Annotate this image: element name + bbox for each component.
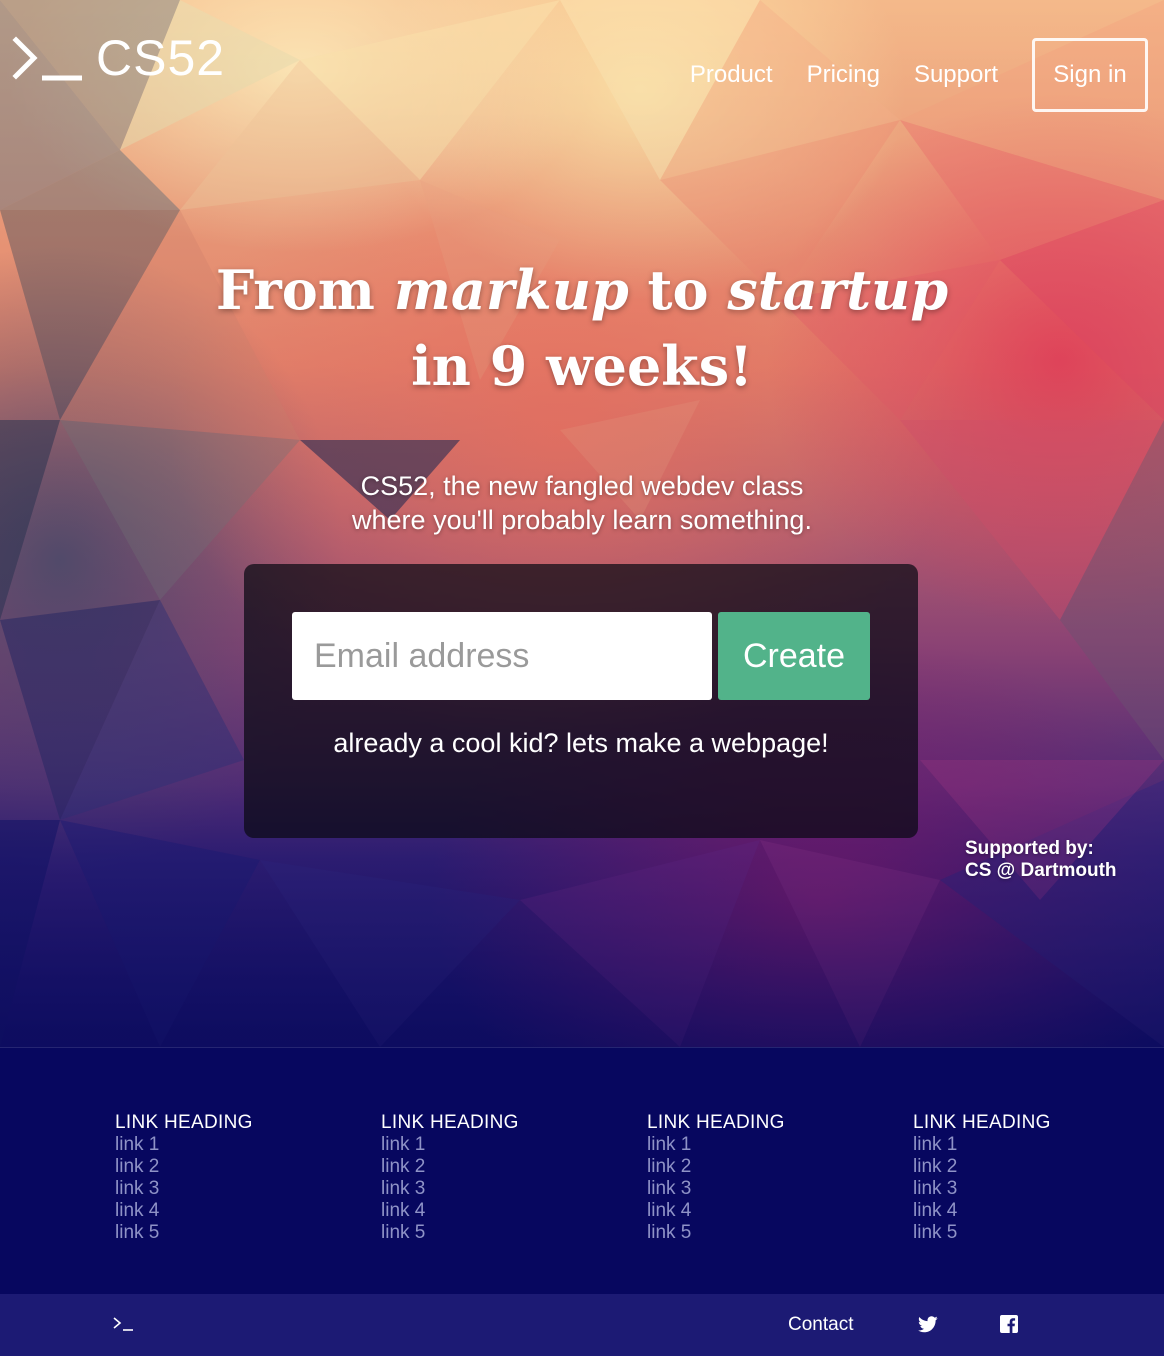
supported-org: CS @ Dartmouth	[965, 860, 1117, 881]
tagline-line1: CS52, the new fangled webdev class	[360, 471, 804, 501]
footer-link[interactable]: link 4	[115, 1200, 335, 1222]
facebook-icon[interactable]	[1000, 1315, 1018, 1333]
footer-links: LINK HEADING link 1 link 2 link 3 link 4…	[0, 1047, 1164, 1294]
footer-link[interactable]: link 1	[647, 1134, 867, 1156]
sign-in-button[interactable]: Sign in	[1032, 38, 1148, 112]
email-input[interactable]	[292, 612, 712, 700]
footer-link[interactable]: link 5	[913, 1222, 1133, 1244]
footer-link[interactable]: link 2	[647, 1156, 867, 1178]
footer-link[interactable]: link 3	[115, 1178, 335, 1200]
footer-link[interactable]: link 5	[115, 1222, 335, 1244]
terminal-prompt-icon	[12, 36, 82, 81]
footer-column: LINK HEADING link 1 link 2 link 3 link 4…	[647, 1112, 867, 1244]
footer-column: LINK HEADING link 1 link 2 link 3 link 4…	[115, 1112, 335, 1244]
contact-link[interactable]: Contact	[788, 1314, 853, 1336]
footer-link[interactable]: link 2	[381, 1156, 601, 1178]
hero-section: CS52 Product Pricing Support Sign in Fro…	[0, 0, 1164, 1047]
nav-link-pricing[interactable]: Pricing	[807, 39, 880, 111]
supported-label: Supported by:	[965, 838, 1094, 859]
cool-kid-link[interactable]: already a cool kid? lets make a webpage!	[244, 728, 918, 759]
footer-link[interactable]: link 3	[913, 1178, 1133, 1200]
nav-link-product[interactable]: Product	[690, 39, 773, 111]
footer-column: LINK HEADING link 1 link 2 link 3 link 4…	[381, 1112, 601, 1244]
footer-column-heading: LINK HEADING	[647, 1112, 785, 1133]
nav-link-support[interactable]: Support	[914, 39, 998, 111]
brand-name: CS52	[96, 30, 226, 86]
signup-panel: Create already a cool kid? lets make a w…	[244, 564, 918, 838]
footer-link[interactable]: link 1	[913, 1134, 1133, 1156]
footer-link[interactable]: link 4	[381, 1200, 601, 1222]
footer-column-heading: LINK HEADING	[381, 1112, 519, 1133]
headline-line2: in 9 weeks!	[411, 334, 753, 398]
footer-link[interactable]: link 3	[647, 1178, 867, 1200]
bottom-bar: Contact	[0, 1294, 1164, 1356]
headline-to: to	[647, 258, 709, 322]
footer-link[interactable]: link 4	[913, 1200, 1133, 1222]
main-nav: Product Pricing Support Sign in	[690, 38, 1148, 112]
footer-link[interactable]: link 5	[647, 1222, 867, 1244]
footer-link[interactable]: link 4	[647, 1200, 867, 1222]
footer-link[interactable]: link 5	[381, 1222, 601, 1244]
footer-link[interactable]: link 3	[381, 1178, 601, 1200]
footer-link[interactable]: link 1	[115, 1134, 335, 1156]
twitter-icon[interactable]	[918, 1316, 938, 1333]
footer-column: LINK HEADING link 1 link 2 link 3 link 4…	[913, 1112, 1133, 1244]
tagline-line2: where you'll probably learn something.	[352, 505, 812, 535]
headline-markup: markup	[393, 258, 629, 322]
headline-startup: startup	[727, 258, 949, 322]
footer-link[interactable]: link 1	[381, 1134, 601, 1156]
footer-link[interactable]: link 2	[115, 1156, 335, 1178]
footer-column-heading: LINK HEADING	[115, 1112, 253, 1133]
supported-by: Supported by: CS @ Dartmouth	[965, 838, 1117, 882]
brand-logo[interactable]: CS52	[12, 30, 225, 86]
headline-from: From	[215, 258, 375, 322]
terminal-prompt-icon[interactable]	[112, 1316, 134, 1332]
footer-column-heading: LINK HEADING	[913, 1112, 1051, 1133]
footer-link[interactable]: link 2	[913, 1156, 1133, 1178]
create-button[interactable]: Create	[718, 612, 870, 700]
hero-tagline: CS52, the new fangled webdev class where…	[0, 469, 1164, 537]
hero-headline: From markup to startup in 9 weeks!	[0, 252, 1164, 404]
